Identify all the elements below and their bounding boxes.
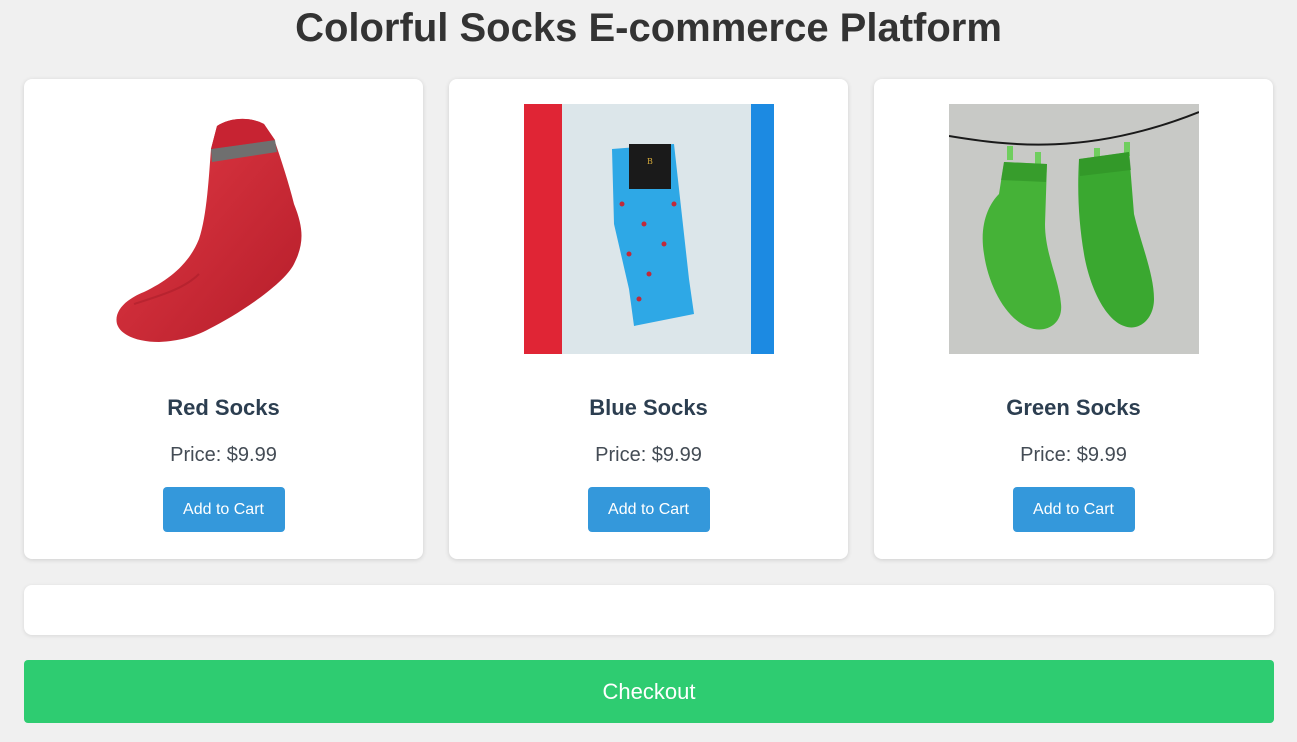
red-sock-image <box>99 104 349 354</box>
page: Colorful Socks E-commerce Platform Red S… <box>0 0 1297 742</box>
cart-summary <box>24 585 1274 635</box>
product-card-green: Green Socks Price: $9.99 Add to Cart <box>874 79 1273 559</box>
blue-sock-image: B <box>523 104 774 354</box>
add-to-cart-button-red[interactable]: Add to Cart <box>162 487 285 532</box>
add-to-cart-button-blue[interactable]: Add to Cart <box>587 487 710 532</box>
blue-sock-icon: B <box>523 104 774 354</box>
red-sock-icon <box>115 118 301 343</box>
product-name: Red Socks <box>167 395 280 420</box>
svg-text:B: B <box>647 157 653 166</box>
product-card-blue: B Blue Socks Price: $9.99 Add to Cart <box>449 79 848 559</box>
product-name: Blue Socks <box>589 395 708 420</box>
add-to-cart-button-green[interactable]: Add to Cart <box>1012 487 1135 532</box>
product-price: Price: $9.99 <box>170 444 277 466</box>
product-card-red: Red Socks Price: $9.99 Add to Cart <box>24 79 423 559</box>
checkout-button[interactable]: Checkout <box>24 660 1274 723</box>
product-price: Price: $9.99 <box>595 444 702 466</box>
product-name: Green Socks <box>1006 395 1141 420</box>
page-title: Colorful Socks E-commerce Platform <box>295 6 1002 50</box>
product-price: Price: $9.99 <box>1020 444 1127 466</box>
product-grid: Red Socks Price: $9.99 Add to Cart B Blu… <box>24 79 1273 559</box>
green-socks-icon <box>948 104 1199 354</box>
green-socks-image <box>948 104 1199 354</box>
